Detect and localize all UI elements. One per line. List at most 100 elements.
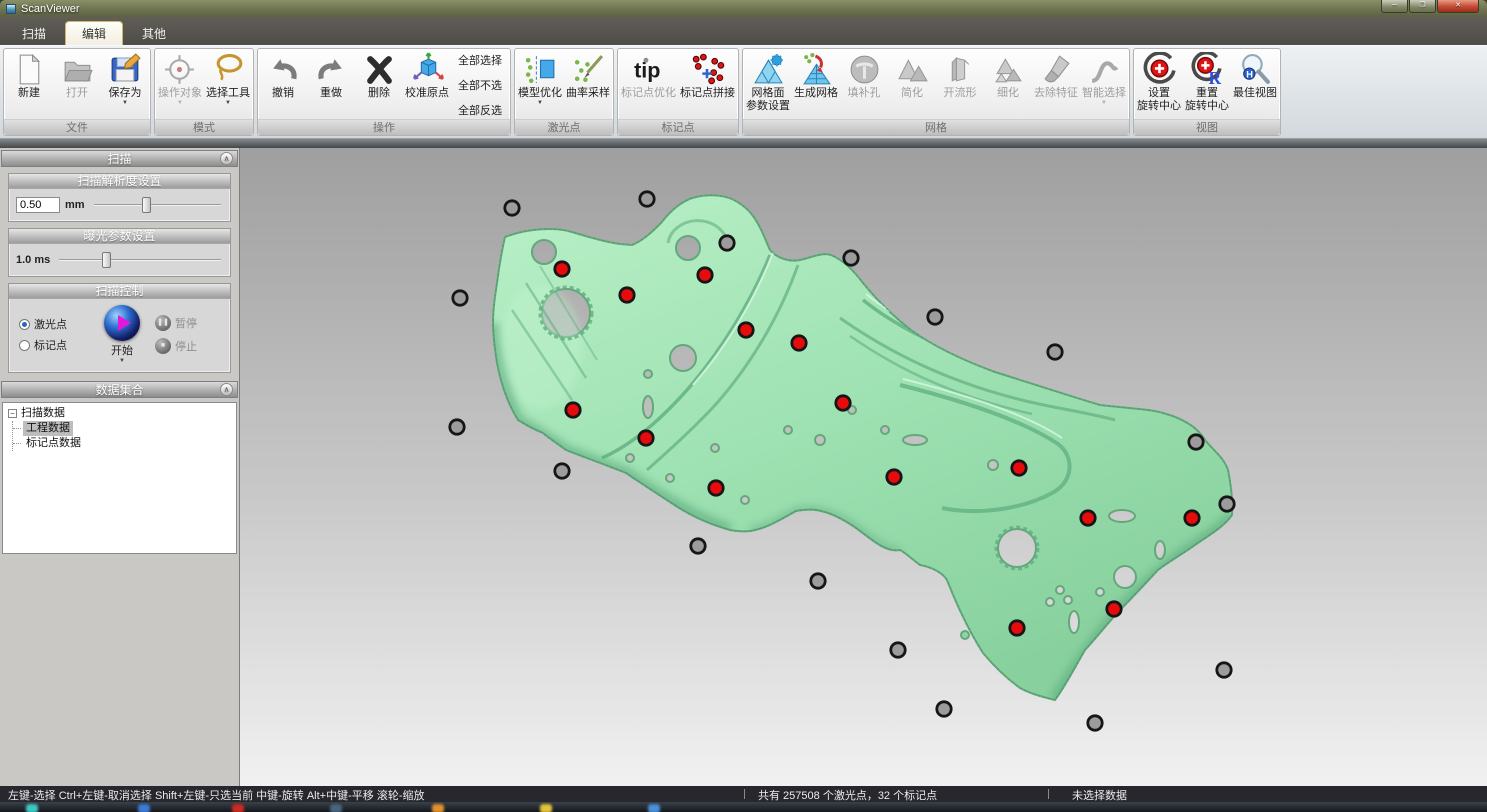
- ribbon-button-label: 网格面 参数设置: [746, 87, 790, 113]
- undo-button[interactable]: 撤销: [259, 50, 307, 119]
- marker-point-red[interactable]: [555, 262, 569, 276]
- marker-point-red[interactable]: [1081, 511, 1095, 525]
- marker-point-gray[interactable]: [1048, 345, 1062, 359]
- resolution-slider[interactable]: [92, 196, 223, 214]
- marker-point-red[interactable]: [1107, 602, 1121, 616]
- resolution-input[interactable]: [16, 197, 60, 213]
- marker-point-red[interactable]: [1185, 511, 1199, 525]
- status-separator: [744, 789, 745, 799]
- marker-point-gray[interactable]: [691, 539, 705, 553]
- tab-edit[interactable]: 编辑: [65, 21, 123, 45]
- ribbon-group-label: 视图: [1134, 119, 1280, 135]
- marker-point-red[interactable]: [1012, 461, 1026, 475]
- marker-point-red[interactable]: [566, 403, 580, 417]
- marker-point-gray[interactable]: [505, 201, 519, 215]
- group-laser-points: 模型优化▼曲率采样激光点: [514, 48, 614, 136]
- resolution-slider-thumb[interactable]: [142, 197, 151, 213]
- marker-point-red[interactable]: [639, 431, 653, 445]
- close-button[interactable]: ✕: [1437, 0, 1479, 13]
- model-optimize-button[interactable]: 模型优化▼: [516, 50, 564, 119]
- select-all-button[interactable]: 全部选择: [458, 52, 502, 68]
- marker-point-gray[interactable]: [1220, 497, 1234, 511]
- exposure-slider[interactable]: [57, 251, 223, 269]
- set-rotation-center-button[interactable]: 设置 旋转中心: [1135, 50, 1183, 119]
- marker-point-red[interactable]: [709, 481, 723, 495]
- marker-point-red[interactable]: [739, 323, 753, 337]
- exposure-group-title: 曝光参数设置: [9, 229, 230, 244]
- laser-points-radio[interactable]: 激光点: [19, 316, 89, 332]
- marker-point-gray[interactable]: [811, 574, 825, 588]
- marker-point-gray[interactable]: [1217, 663, 1231, 677]
- tab-other[interactable]: 其他: [126, 23, 182, 45]
- collapse-chevron-icon[interactable]: ∧: [220, 383, 233, 396]
- ribbon-button-label: 曲率采样: [566, 87, 610, 100]
- best-view-button[interactable]: H最佳视图: [1231, 50, 1279, 119]
- marker-point-gray[interactable]: [928, 310, 942, 324]
- mesh-parameter-settings-button[interactable]: 网格面 参数设置: [744, 50, 792, 119]
- ribbon-button-label: 设置 旋转中心: [1137, 87, 1181, 113]
- tree-node-marker-data[interactable]: 标记点数据: [13, 436, 231, 451]
- best-view-icon: H: [1238, 52, 1273, 87]
- exposure-slider-thumb[interactable]: [102, 252, 111, 268]
- app-window: ScanViewer ─❐✕ 扫描编辑其他 新建打开保存为▼文件操作对象▼选择工…: [0, 0, 1487, 802]
- tree-node-project-data[interactable]: 工程数据: [13, 421, 231, 436]
- maximize-button[interactable]: ❐: [1409, 0, 1436, 13]
- collapse-chevron-icon[interactable]: ∧: [220, 152, 233, 165]
- marker-point-red[interactable]: [1010, 621, 1024, 635]
- selection-tool-button[interactable]: 选择工具▼: [204, 50, 252, 119]
- marker-point-gray[interactable]: [891, 643, 905, 657]
- start-scan-button[interactable]: [104, 305, 140, 341]
- marker-point-gray[interactable]: [555, 464, 569, 478]
- tab-scan[interactable]: 扫描: [6, 23, 62, 45]
- new-button[interactable]: 新建: [5, 50, 53, 119]
- marker-point-red[interactable]: [792, 336, 806, 350]
- marker-point-gray[interactable]: [720, 236, 734, 250]
- marker-point-red[interactable]: [887, 470, 901, 484]
- dropdown-arrow-icon: ▼: [225, 100, 231, 107]
- marker-point-gray[interactable]: [1189, 435, 1203, 449]
- minimize-button[interactable]: ─: [1381, 0, 1408, 13]
- marker-point-red[interactable]: [620, 288, 634, 302]
- undo-icon: [266, 52, 301, 87]
- marker-points-radio[interactable]: 标记点: [19, 337, 89, 353]
- marker-point-gray[interactable]: [453, 291, 467, 305]
- invert-selection-button[interactable]: 全部反选: [458, 102, 502, 118]
- ribbon-group-label: 模式: [155, 119, 253, 135]
- ribbon-button-label: 标记点优化: [621, 87, 676, 100]
- marker-point-gray[interactable]: [844, 251, 858, 265]
- delete-button[interactable]: 删除: [355, 50, 403, 119]
- sidebar: 扫描 ∧ 扫描解析度设置 mm 曝光参数设置 1.0 ms: [0, 148, 240, 786]
- reset-rotation-center-button[interactable]: R重置 旋转中心: [1183, 50, 1231, 119]
- save-as-button[interactable]: 保存为▼: [101, 50, 149, 119]
- start-label: 开始: [89, 342, 155, 358]
- marker-point-gray[interactable]: [937, 702, 951, 716]
- ribbon-group-label: 操作: [258, 119, 510, 135]
- calibrate-origin-button[interactable]: 校准原点: [403, 50, 451, 119]
- pause-scan-button: ❚❚ 暂停: [155, 315, 226, 331]
- tree-expander-icon[interactable]: −: [8, 409, 17, 418]
- status-mouse-hints: 左键-选择 Ctrl+左键-取消选择 Shift+左键-只选当前 中键-旋转 A…: [8, 787, 424, 803]
- redo-button[interactable]: 重做: [307, 50, 355, 119]
- group-file: 新建打开保存为▼文件: [3, 48, 151, 136]
- marker-point-red[interactable]: [698, 268, 712, 282]
- viewport-panel: [240, 148, 1487, 786]
- curvature-sampling-button[interactable]: 曲率采样: [564, 50, 612, 119]
- marker-point-gray[interactable]: [1088, 716, 1102, 730]
- taskbar-icon: [138, 804, 150, 812]
- ribbon-button-label: 生成网格: [794, 87, 838, 100]
- generate-mesh-icon: [799, 52, 834, 87]
- axis-cube-icon: [410, 52, 445, 87]
- marker-point-red[interactable]: [836, 396, 850, 410]
- marker-point-gray[interactable]: [450, 420, 464, 434]
- marker-stitch-button[interactable]: 标记点拼接: [678, 50, 737, 119]
- ribbon-group-label: 激光点: [515, 119, 613, 135]
- simplify-icon: [895, 52, 930, 87]
- marker-point-gray[interactable]: [640, 192, 654, 206]
- title-bar[interactable]: ScanViewer ─❐✕: [0, 0, 1487, 17]
- deselect-all-button[interactable]: 全部不选: [458, 77, 502, 93]
- tree-node-scan-data[interactable]: − 扫描数据: [8, 406, 231, 421]
- 3d-viewport[interactable]: [240, 148, 1487, 786]
- ribbon-bottom-edge: [0, 138, 1487, 148]
- generate-mesh-button[interactable]: 生成网格: [792, 50, 840, 119]
- start-dropdown-icon[interactable]: ▼: [89, 358, 155, 364]
